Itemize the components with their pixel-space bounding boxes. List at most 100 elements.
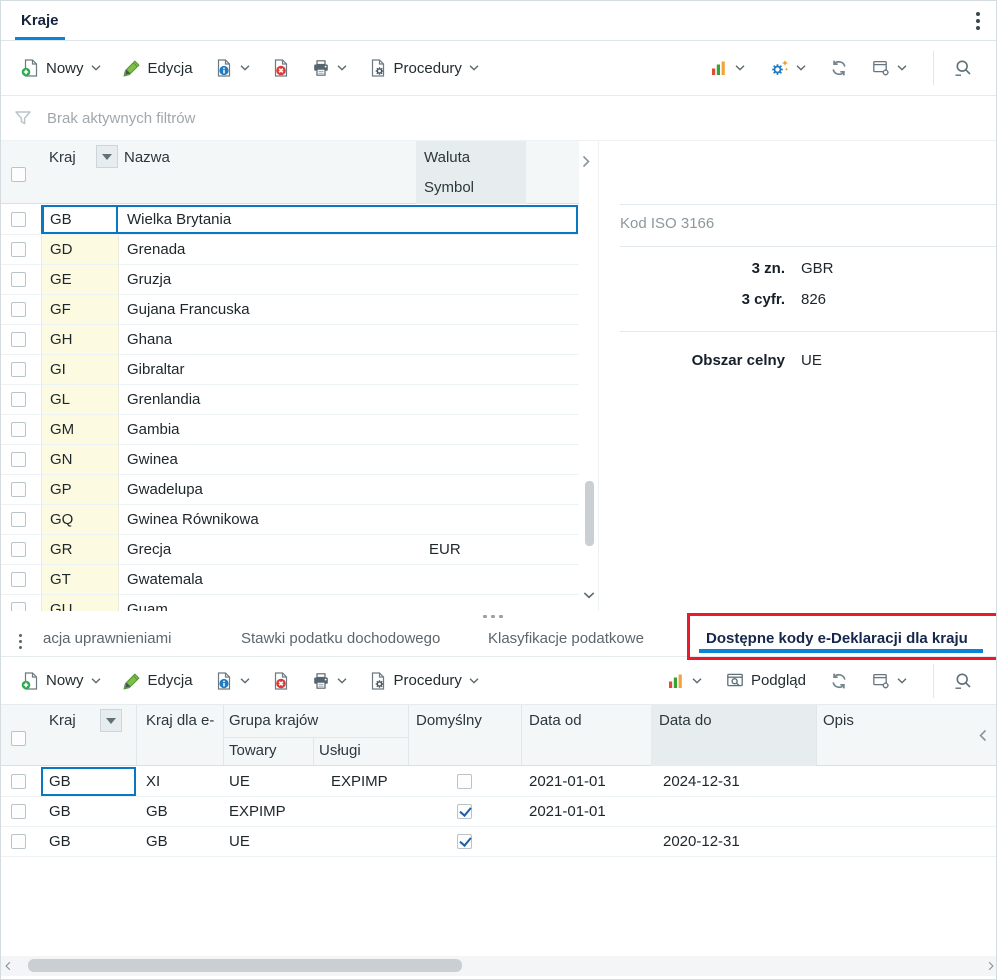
collapse-panel-icon[interactable] [979,729,987,742]
edit-button[interactable]: Edycja [115,53,201,83]
automation-button[interactable] [761,53,814,83]
row-checkbox[interactable] [11,392,26,407]
new-button[interactable]: Nowy [13,666,109,696]
table-row[interactable]: GP Gwadelupa [1,475,579,505]
domyslny-checkbox[interactable] [457,804,472,819]
print-button[interactable] [304,53,355,83]
row-checkbox[interactable] [11,834,26,849]
procedures-button[interactable]: Procedury [361,666,487,696]
column-header-nazwa[interactable]: Nazwa [124,149,170,166]
table-row[interactable]: GH Ghana [1,325,579,355]
row-checkbox[interactable] [11,482,26,497]
table-row[interactable]: GM Gambia [1,415,579,445]
row-checkbox[interactable] [11,542,26,557]
row-checkbox[interactable] [11,422,26,437]
view-settings-button[interactable] [864,53,915,83]
table-row[interactable]: GB XI UE EXPIMP 2021-01-01 2024-12-31 [1,767,996,797]
tab-klasyfikacje-podatkowe[interactable]: Klasyfikacje podatkowe [488,630,644,647]
table-row[interactable]: GQ Gwinea Równikowa [1,505,579,535]
table-row[interactable]: GT Gwatemala [1,565,579,595]
row-checkbox[interactable] [11,602,26,611]
row-checkbox[interactable] [11,362,26,377]
edit-button-label: Edycja [147,59,193,77]
preview-button[interactable]: Podgląd [718,666,814,696]
row-checkbox[interactable] [11,302,26,317]
row-checkbox[interactable] [11,242,26,257]
table-row[interactable]: GR Grecja EUR [1,535,579,565]
table-row[interactable]: GB GB EXPIMP 2021-01-01 [1,797,996,827]
cell-kraj: GB [41,767,136,796]
tab-kody-edeklaracji[interactable]: Dostępne kody e-Deklaracji dla kraju [706,630,968,647]
table-row[interactable]: GB GB UE 2020-12-31 [1,827,996,857]
document-info-button[interactable] [207,666,258,696]
row-checkbox[interactable] [11,452,26,467]
column-header-data-do[interactable]: Data do [659,712,712,729]
chevron-down-icon [91,678,101,684]
column-header-data-od[interactable]: Data od [529,712,582,729]
search-button[interactable] [946,666,980,696]
select-all-checkbox[interactable] [11,167,26,182]
sort-descending-button[interactable] [96,145,118,168]
scroll-down-icon[interactable] [583,592,595,599]
sort-descending-button[interactable] [100,709,122,732]
table-row[interactable]: GF Gujana Francuska [1,295,579,325]
column-header-waluta[interactable]: Waluta [424,149,470,166]
refresh-button[interactable] [822,53,856,83]
scroll-left-icon[interactable] [5,961,11,971]
row-checkbox[interactable] [11,774,26,789]
analysis-chart-button[interactable] [659,666,710,696]
cell-nazwa: Grenlandia [127,391,201,408]
column-header-opis[interactable]: Opis [823,712,854,729]
scroll-right-icon[interactable] [988,961,994,971]
pane-splitter[interactable] [1,611,996,621]
table-row[interactable]: GE Gruzja [1,265,579,295]
row-checkbox[interactable] [11,212,26,227]
print-button[interactable] [304,666,355,696]
edit-button[interactable]: Edycja [115,666,201,696]
procedures-button[interactable]: Procedury [361,53,487,83]
horizontal-scrollbar[interactable] [1,956,996,976]
domyslny-checkbox[interactable] [457,774,472,789]
table-row[interactable]: GB Wielka Brytania [1,205,579,235]
table-row[interactable]: GU Guam [1,595,579,611]
vertical-scrollbar-thumb[interactable] [585,481,594,546]
countries-grid-header: Kraj Nazwa Waluta Symbol [1,141,579,204]
table-row[interactable]: GL Grenlandia [1,385,579,415]
view-settings-button[interactable] [864,666,915,696]
column-header-towary[interactable]: Towary [229,742,277,759]
column-header-kraj[interactable]: Kraj [49,149,76,166]
table-row[interactable]: GI Gibraltar [1,355,579,385]
window-menu-icon[interactable] [972,8,984,34]
tab-overflow-menu-icon[interactable] [15,630,26,653]
column-header-domyslny[interactable]: Domyślny [416,712,482,729]
analysis-chart-button[interactable] [702,53,753,83]
cell-symbol [419,355,529,384]
row-checkbox[interactable] [11,272,26,287]
row-checkbox[interactable] [11,512,26,527]
filter-bar[interactable]: Brak aktywnych filtrów [1,96,996,141]
expand-panel-icon[interactable] [582,155,590,168]
row-checkbox[interactable] [11,804,26,819]
column-header-kraj[interactable]: Kraj [49,712,76,729]
select-all-checkbox[interactable] [11,731,26,746]
search-button[interactable] [946,53,980,83]
delete-button[interactable] [264,666,298,696]
column-header-symbol[interactable]: Symbol [424,179,474,196]
new-button[interactable]: Nowy [13,53,109,83]
document-info-button[interactable] [207,53,258,83]
refresh-button[interactable] [822,666,856,696]
row-checkbox[interactable] [11,572,26,587]
tab-uprawnienia[interactable]: acja uprawnieniami [43,630,171,647]
table-row[interactable]: GD Grenada [1,235,579,265]
column-header-uslugi[interactable]: Usługi [319,742,361,759]
row-checkbox[interactable] [11,332,26,347]
tab-kraje[interactable]: Kraje [13,1,67,40]
column-header-kraj-dla-e[interactable]: Kraj dla e- [146,712,214,729]
horizontal-scrollbar-thumb[interactable] [28,959,462,972]
table-row[interactable]: GN Gwinea [1,445,579,475]
domyslny-checkbox[interactable] [457,834,472,849]
column-header-grupa-krajow[interactable]: Grupa krajów [229,712,318,729]
tab-stawki-podatku[interactable]: Stawki podatku dochodowego [241,630,440,647]
divider [620,204,996,205]
delete-button[interactable] [264,53,298,83]
